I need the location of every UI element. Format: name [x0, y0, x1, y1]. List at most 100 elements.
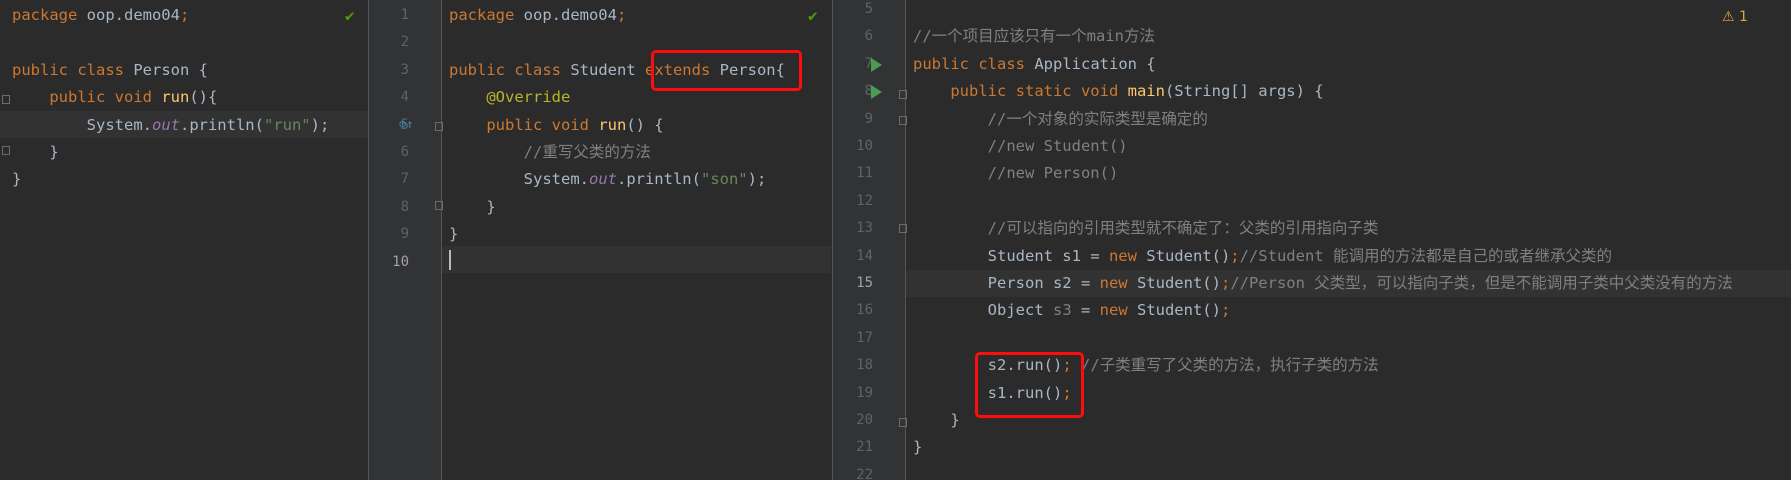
line-number[interactable]: 5: [833, 1, 873, 17]
fold-icon[interactable]: [435, 201, 443, 210]
fold-icon[interactable]: [2, 95, 10, 104]
code-line[interactable]: public class Application {: [913, 51, 1156, 78]
fold-icon[interactable]: [899, 90, 907, 99]
line-number[interactable]: 18: [833, 357, 873, 373]
line-number[interactable]: 9: [833, 111, 873, 127]
code-line[interactable]: Object s3 = new Student();: [913, 297, 1231, 324]
code-line[interactable]: //可以指向的引用类型就不确定了：父类的引用指向子类: [913, 215, 1379, 242]
fold-icon[interactable]: [899, 116, 907, 125]
code-line[interactable]: public class Person {: [12, 57, 208, 84]
code-line[interactable]: //new Student(): [913, 133, 1128, 160]
code-line[interactable]: }: [12, 166, 21, 193]
code-token: (){: [189, 88, 218, 107]
code-line[interactable]: //一个对象的实际类型是确定的: [913, 106, 1208, 133]
code-line[interactable]: System.out.println("run");: [12, 112, 330, 139]
line-number[interactable]: 17: [833, 330, 873, 346]
code-token: =: [1071, 301, 1100, 320]
code-token: ;: [1220, 301, 1231, 320]
code-token: new: [1108, 246, 1147, 265]
line-number[interactable]: 6: [369, 144, 409, 160]
check-icon: ✔: [808, 6, 818, 25]
code-line[interactable]: }: [913, 407, 960, 434]
code-token: "son": [700, 170, 748, 189]
run-icon[interactable]: [871, 85, 882, 99]
line-number[interactable]: 15: [833, 275, 873, 291]
line-number[interactable]: 11: [833, 165, 873, 181]
fold-icon[interactable]: [435, 122, 443, 131]
code-token: s3: [1052, 301, 1072, 320]
override-icon[interactable]: ⊙↑: [399, 117, 413, 131]
line-number[interactable]: 16: [833, 302, 873, 318]
fold-icon[interactable]: [2, 146, 10, 155]
code-token: //可以指向的引用类型就不确定了：父类的引用指向子类: [913, 219, 1379, 238]
code-token: out: [151, 115, 180, 134]
code-token: new: [1099, 301, 1137, 320]
line-number[interactable]: 10: [369, 254, 409, 270]
code-line[interactable]: System.out.println("son");: [449, 166, 767, 193]
code-token: new: [1099, 274, 1137, 292]
code-token: }: [913, 411, 960, 429]
code-line[interactable]: //new Person(): [913, 160, 1119, 187]
code-token: }: [913, 438, 923, 457]
code-line[interactable]: }: [12, 139, 58, 166]
code-line[interactable]: }: [449, 221, 458, 248]
line-number[interactable]: 13: [833, 220, 873, 236]
line-number[interactable]: 6: [833, 28, 873, 44]
code-token: .println(: [179, 115, 264, 134]
code-token: main: [1127, 82, 1165, 101]
line-number[interactable]: 22: [833, 467, 873, 480]
code-token: System.: [12, 115, 152, 134]
line-number[interactable]: 10: [833, 138, 873, 154]
code-line[interactable]: public void run(){: [12, 84, 217, 111]
code-token: Object: [913, 301, 1053, 320]
line-number[interactable]: 3: [369, 62, 409, 78]
line-number[interactable]: 19: [833, 385, 873, 401]
code-token: public static void: [913, 82, 1128, 101]
code-line[interactable]: @Override: [449, 84, 570, 111]
line-number[interactable]: 21: [833, 439, 873, 455]
code-token: ;: [179, 6, 190, 24]
code-token: );: [747, 170, 767, 189]
line-number[interactable]: 2: [369, 34, 409, 50]
code-token: Student(): [1146, 246, 1231, 265]
line-number[interactable]: 9: [369, 226, 409, 242]
code-token: }: [449, 225, 459, 244]
line-number[interactable]: 14: [833, 248, 873, 264]
code-line[interactable]: Person s2 = new Student();//Person 父类型，可…: [913, 270, 1733, 297]
code-line[interactable]: public static void main(String[] args) {: [913, 78, 1323, 105]
code-line[interactable]: //一个项目应该只有一个main方法: [913, 23, 1155, 50]
code-token: () {: [626, 115, 664, 134]
code-token: //new Person(): [913, 164, 1119, 183]
text-caret: [449, 250, 451, 270]
code-line[interactable]: //重写父类的方法: [449, 139, 651, 166]
line-number[interactable]: 8: [833, 83, 873, 99]
fold-icon[interactable]: [899, 418, 907, 427]
warning-indicator[interactable]: ⚠ 1: [1722, 9, 1748, 25]
editor-pane-person[interactable]: package oop.demo04; public class Person {…: [0, 0, 368, 480]
line-number[interactable]: 4: [369, 89, 409, 105]
code-line[interactable]: package oop.demo04;: [449, 2, 626, 29]
run-icon[interactable]: [871, 58, 882, 72]
line-number[interactable]: 1: [369, 7, 409, 23]
code-token: "run": [263, 115, 311, 134]
code-token: //一个对象的实际类型是确定的: [913, 109, 1208, 128]
fold-icon[interactable]: [899, 224, 907, 233]
code-line[interactable]: }: [449, 194, 495, 221]
line-number[interactable]: 8: [369, 199, 409, 215]
code-token: Person {: [133, 60, 208, 79]
code-token: Person s2 =: [913, 274, 1100, 292]
line-number[interactable]: 7: [833, 56, 873, 72]
line-number[interactable]: 12: [833, 193, 873, 209]
code-token: out: [588, 170, 617, 189]
editor-pane-application[interactable]: 5 6 7 8 9 10 11 12 13 14 15 16 17 18 19 20 21 22 //一个项目应该…: [833, 0, 1791, 480]
code-token: package: [12, 6, 87, 24]
line-number[interactable]: 20: [833, 412, 873, 428]
code-line[interactable]: public void run() {: [449, 112, 664, 139]
code-line[interactable]: }: [913, 434, 922, 461]
code-line[interactable]: package oop.demo04;: [12, 2, 189, 29]
editor-pane-student[interactable]: 1 2 3 4 5 6 7 8 9 10 package oop.demo04; public cl…: [369, 0, 831, 480]
code-token: Student(): [1136, 274, 1221, 292]
line-number[interactable]: 7: [369, 171, 409, 187]
line-gutter: [833, 0, 906, 480]
code-line[interactable]: Student s1 = new Student();//Student 能调用…: [913, 243, 1612, 270]
